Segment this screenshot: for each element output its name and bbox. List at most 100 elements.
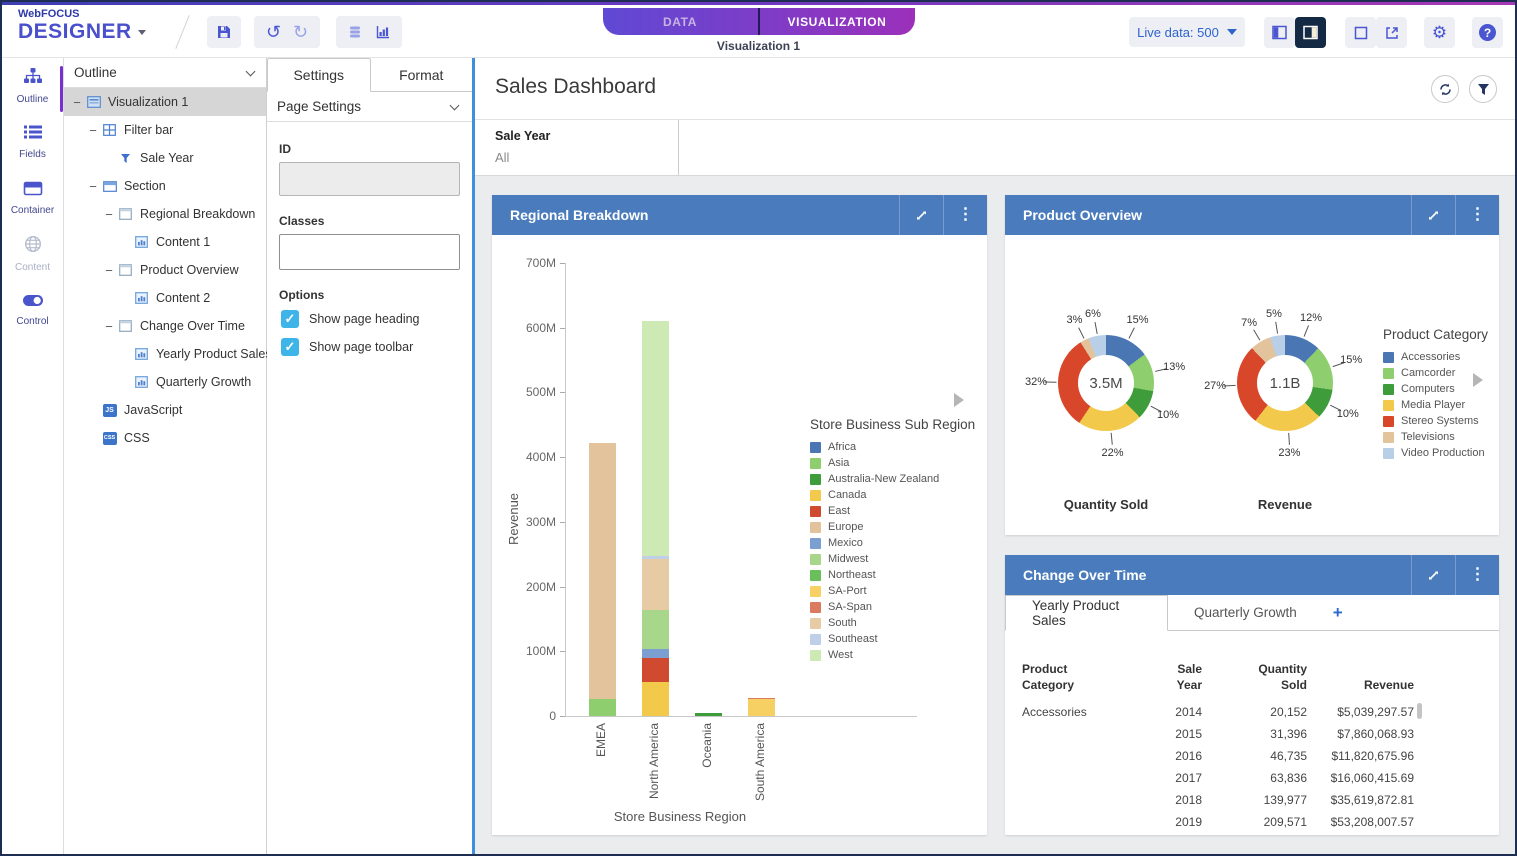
legend-item-sa-span[interactable]: SA-Span	[810, 599, 975, 615]
expand-panel-button[interactable]	[899, 195, 943, 235]
redo-button[interactable]: ↻	[293, 23, 308, 41]
tab-format[interactable]: Format	[371, 58, 473, 91]
legend-item-accessories[interactable]: Accessories	[1383, 349, 1488, 365]
bar-segment-north-america-west[interactable]	[642, 321, 669, 555]
collapse-toggle-icon[interactable]: −	[86, 179, 100, 194]
data-source-button[interactable]	[347, 24, 363, 40]
collapse-toggle-icon[interactable]: −	[102, 319, 116, 334]
classes-field[interactable]	[279, 234, 460, 270]
legend-item-australia-new-zealand[interactable]: Australia-New Zealand	[810, 471, 975, 487]
donut-center-value: 3.5M	[1078, 355, 1134, 411]
bar-segment-south-america-sa-port[interactable]	[748, 699, 775, 716]
undo-button[interactable]: ↺	[266, 23, 281, 41]
outline-tree-item-product-overview[interactable]: −Product Overview	[64, 256, 266, 284]
outline-tree-item-sale-year[interactable]: Sale Year	[64, 144, 266, 172]
sidebar-item-container[interactable]: Container	[2, 170, 63, 226]
expand-panel-button[interactable]	[1411, 195, 1455, 235]
settings-button[interactable]: ⚙	[1424, 17, 1455, 48]
legend-item-east[interactable]: East	[810, 503, 975, 519]
legend-item-canada[interactable]: Canada	[810, 487, 975, 503]
bar-segment-oceania-australia-new-zealand[interactable]	[695, 713, 722, 716]
legend-item-mexico[interactable]: Mexico	[810, 535, 975, 551]
bar-segment-north-america-midwest[interactable]	[642, 610, 669, 649]
add-tab-button[interactable]: +	[1323, 595, 1353, 630]
outline-tree-item-filter-bar[interactable]: −Filter bar	[64, 116, 266, 144]
panel-menu-button[interactable]: ⋮	[943, 195, 987, 235]
outline-panel-header[interactable]: Outline	[64, 58, 266, 88]
panel-menu-button[interactable]: ⋮	[1455, 555, 1499, 595]
legend-item-midwest[interactable]: Midwest	[810, 551, 975, 567]
bar-segment-north-america-east[interactable]	[642, 658, 669, 683]
live-data-dropdown[interactable]: Live data: 500	[1129, 17, 1245, 47]
app-logo[interactable]: WebFOCUS DESIGNER	[18, 9, 146, 43]
checkbox-checked-icon[interactable]: ✓	[281, 310, 299, 328]
open-new-window-button[interactable]	[1376, 17, 1407, 48]
help-button[interactable]: ?	[1472, 17, 1503, 48]
bar-segment-emea-europe[interactable]	[589, 443, 616, 699]
legend-item-media-player[interactable]: Media Player	[1383, 397, 1488, 413]
outline-tree-item-css[interactable]: CSSCSS	[64, 424, 266, 452]
panel-left-toggle-button[interactable]	[1264, 17, 1295, 48]
sale-year-filter-value[interactable]: All	[495, 150, 678, 165]
outline-tree-item-yearly-product-sales[interactable]: Yearly Product Sales	[64, 340, 266, 368]
bar-segment-north-america-canada[interactable]	[642, 682, 669, 716]
bar-segment-north-america-southeast[interactable]	[642, 556, 669, 560]
outline-tree-item-regional-breakdown[interactable]: −Regional Breakdown	[64, 200, 266, 228]
legend-item-northeast[interactable]: Northeast	[810, 567, 975, 583]
save-button[interactable]	[207, 16, 241, 48]
legend-item-south[interactable]: South	[810, 615, 975, 631]
legend-item-stereo-systems[interactable]: Stereo Systems	[1383, 413, 1488, 429]
legend-item-southeast[interactable]: Southeast	[810, 631, 975, 647]
sale-year-filter[interactable]: Sale Year All	[475, 120, 679, 175]
checkbox-checked-icon[interactable]: ✓	[281, 338, 299, 356]
maximize-button[interactable]	[1345, 17, 1376, 48]
panel-resize-handle[interactable]	[472, 58, 475, 854]
bar-segment-north-america-south[interactable]	[642, 559, 669, 609]
tab-settings[interactable]: Settings	[267, 58, 371, 92]
collapse-toggle-icon[interactable]: −	[86, 123, 100, 138]
outline-tree-item-visualization-1[interactable]: −Visualization 1	[64, 88, 266, 116]
chevron-down-icon	[450, 100, 460, 110]
outline-tree-item-javascript[interactable]: JSJavaScript	[64, 396, 266, 424]
tab-data[interactable]: DATA	[603, 8, 758, 35]
chart-tool-button[interactable]	[375, 24, 391, 40]
refresh-button[interactable]	[1431, 75, 1459, 103]
tab-visualization[interactable]: VISUALIZATION	[760, 8, 915, 35]
legend-item-asia[interactable]: Asia	[810, 455, 975, 471]
legend-item-televisions[interactable]: Televisions	[1383, 429, 1488, 445]
outline-tree-item-content-1[interactable]: Content 1	[64, 228, 266, 256]
collapse-toggle-icon[interactable]: −	[102, 207, 116, 222]
legend-item-west[interactable]: West	[810, 647, 975, 663]
legend-item-africa[interactable]: Africa	[810, 439, 975, 455]
bar-segment-north-america-mexico[interactable]	[642, 649, 669, 657]
sidebar-item-fields[interactable]: Fields	[2, 114, 63, 170]
tab-quarterly-growth[interactable]: Quarterly Growth	[1168, 595, 1323, 630]
expand-panel-button[interactable]	[1411, 555, 1455, 595]
legend-next-page-icon[interactable]	[954, 393, 964, 407]
panel-right-toggle-button-active[interactable]	[1295, 17, 1326, 48]
tab-yearly-product-sales[interactable]: Yearly Product Sales	[1005, 595, 1168, 631]
table-scrollbar-thumb[interactable]	[1417, 703, 1422, 719]
sidebar-item-outline[interactable]: Outline	[2, 58, 63, 114]
page-filter-button[interactable]	[1469, 75, 1497, 103]
outline-tree-item-change-over-time[interactable]: −Change Over Time	[64, 312, 266, 340]
page-settings-section-header[interactable]: Page Settings	[267, 92, 472, 122]
outline-tree-item-quarterly-growth[interactable]: Quarterly Growth	[64, 368, 266, 396]
collapse-toggle-icon[interactable]: −	[70, 95, 84, 110]
sidebar-item-control[interactable]: Control	[2, 282, 63, 338]
panel-menu-button[interactable]: ⋮	[1455, 195, 1499, 235]
collapse-toggle-icon[interactable]: −	[102, 263, 116, 278]
outline-tree-item-section[interactable]: −Section	[64, 172, 266, 200]
outline-tree-item-content-2[interactable]: Content 2	[64, 284, 266, 312]
legend-next-page-icon[interactable]	[1473, 373, 1483, 387]
bar-segment-emea-asia[interactable]	[589, 699, 616, 716]
option-show-page-heading[interactable]: ✓ Show page heading	[281, 310, 460, 328]
legend-item-europe[interactable]: Europe	[810, 519, 975, 535]
table-cell: 2015	[1120, 727, 1202, 741]
legend-item-video-production[interactable]: Video Production	[1383, 445, 1488, 461]
legend-item-sa-port[interactable]: SA-Port	[810, 583, 975, 599]
brand-menu-caret-icon[interactable]	[138, 30, 146, 35]
option-show-page-toolbar[interactable]: ✓ Show page toolbar	[281, 338, 460, 356]
bar-segment-south-america-sa-span[interactable]	[748, 698, 775, 699]
sidebar-item-content[interactable]: Content	[2, 226, 63, 282]
